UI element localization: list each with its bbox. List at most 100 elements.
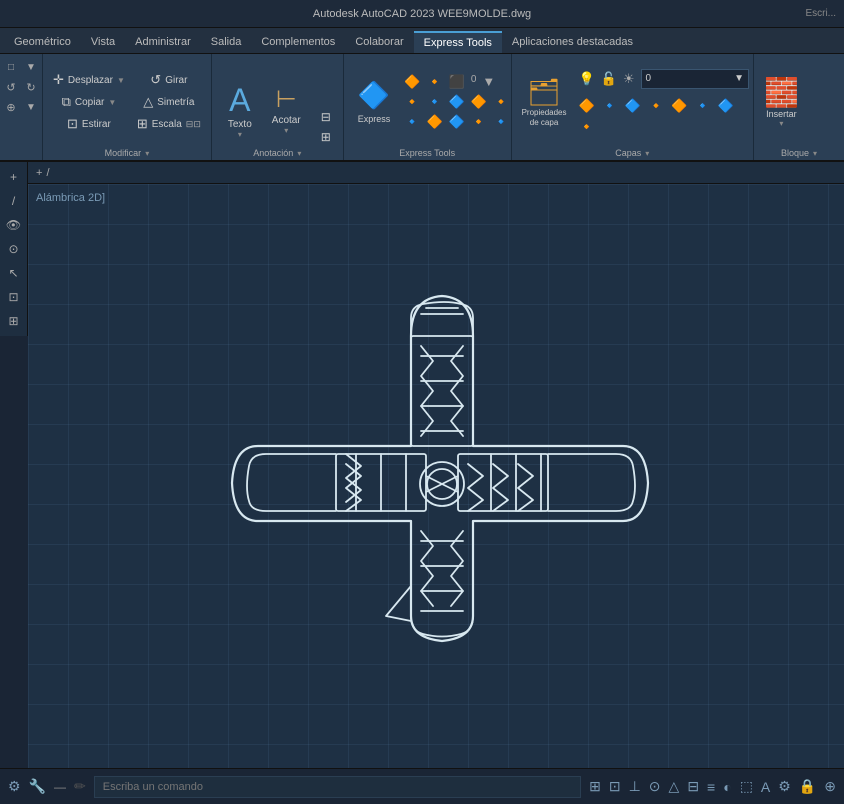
capa-icon3[interactable]: 🔷 [623,97,643,115]
express-icon11[interactable]: 🔶 [424,113,444,131]
quick-access-redo[interactable]: ↻ [22,78,40,96]
capa-icon4[interactable]: 🔸 [646,97,666,115]
status-icon-ortho[interactable]: ⊥ [629,778,641,795]
tab-salida[interactable]: Salida [201,31,252,53]
btn-escala[interactable]: ⊞ Escala ⊟⊡ [133,114,205,134]
breadcrumb-sep: / [46,167,49,179]
tab-complementos[interactable]: Complementos [251,31,345,53]
tab-vista[interactable]: Vista [81,31,125,53]
breadcrumb-bar: + / [28,162,844,184]
btn-texto[interactable]: A Texto ▾ [220,76,260,146]
modificar-expand[interactable]: ▾ [145,149,149,158]
status-icon-osnap[interactable]: △ [669,778,680,795]
tab-express-tools[interactable]: Express Tools [414,31,502,53]
capa-icon5[interactable]: 🔶 [669,97,689,115]
capa-icon6[interactable]: 🔹 [692,97,712,115]
breadcrumb-plus[interactable]: + [36,167,42,179]
tool-cursor[interactable]: ↖ [2,262,26,284]
express-icon3[interactable]: ⬛ [447,73,467,91]
layer-icon3[interactable]: ☀ [621,70,637,88]
quick-access-new[interactable]: □ [2,58,20,76]
express-icon5[interactable]: 🔸 [402,93,422,111]
tab-aplicaciones[interactable]: Aplicaciones destacadas [502,31,643,53]
express-icon10[interactable]: 🔹 [402,113,422,131]
copiar-icon: ⧉ [62,94,71,110]
capas-top: 💡 🔓 ☀ 0 ▼ [577,69,750,89]
status-icon-workspace[interactable]: ⚙ [778,778,791,795]
main-canvas: Alámbrica 2D] [28,184,844,768]
btn-girar[interactable]: ↺ Girar [146,70,191,90]
capas-expand[interactable]: ▾ [645,149,649,158]
express-content: 🔷 Express 🔶 🔸 ⬛ 0 ▼ 🔸 🔹 🔷 🔶 🔸 [350,58,505,146]
quick-access-undo[interactable]: ↺ [2,78,20,96]
tab-colaborar[interactable]: Colaborar [345,31,413,53]
tool-extra1[interactable]: ⊞ [2,310,26,332]
btn-simetria[interactable]: △ Simetría [139,92,198,112]
express-icon1[interactable]: 🔶 [402,73,422,91]
express-icon14[interactable]: 🔹 [491,113,511,131]
capa-icon2[interactable]: 🔹 [600,97,620,115]
tab-administrar[interactable]: Administrar [125,31,201,53]
tool-slash[interactable]: / [2,190,26,212]
tool-dot[interactable]: ⊙ [2,238,26,260]
group-capas: 🗂 Propiedadesde capa 💡 🔓 ☀ 0 ▼ [512,54,754,160]
anotacion-extra1-icon: ⊟ [321,110,331,124]
bloque-expand[interactable]: ▾ [813,149,817,158]
left-toolbar: + / 👁 ⊙ ↖ ⊡ ⊞ [0,162,28,336]
layer-icon1[interactable]: 💡 [577,70,597,88]
modificar-content: ✛ Desplazar ▼ ⧉ Copiar ▼ ⊡ Estirar ↺ Gir… [49,58,205,146]
express-icon4[interactable]: 0 [469,73,479,91]
express-icon9[interactable]: 🔸 [491,93,511,111]
status-icon-3d[interactable]: ⊟ [687,778,699,795]
btn-insertar[interactable]: 🧱 Insertar ▾ [758,72,805,132]
quick-access-extra1[interactable]: ⊕ [2,98,20,116]
express-icon6[interactable]: 🔹 [424,93,444,111]
status-icon-snap[interactable]: ⊡ [609,778,621,795]
status-icon-lineweight[interactable]: ≡ [707,779,715,795]
capa-icon7[interactable]: 🔷 [716,97,736,115]
quick-access-open[interactable]: ▼ [22,58,40,76]
capa-icon8[interactable]: 🔸 [577,118,597,136]
btn-anotacion-extra2[interactable]: ⊞ [317,128,335,146]
capa-icon1[interactable]: 🔶 [577,97,597,115]
tool-rect[interactable]: ⊡ [2,286,26,308]
express-icon8[interactable]: 🔶 [469,93,489,111]
tool-plus[interactable]: + [2,166,26,188]
tab-geometrico[interactable]: Geométrico [4,31,81,53]
express-icon7[interactable]: 🔷 [447,93,467,111]
btn-estirar[interactable]: ⊡ Estirar [63,114,115,134]
status-icon-transparency[interactable]: ◐ [723,779,731,795]
girar-icon: ↺ [150,72,161,88]
express-icon12[interactable]: 🔷 [447,113,467,131]
status-icon-annotate[interactable]: A [761,779,770,795]
cad-drawing [28,184,844,768]
btn-acotar[interactable]: ⊢ Acotar ▾ [264,76,309,146]
tool-eye[interactable]: 👁 [2,214,26,236]
group-anotacion: A Texto ▾ ⊢ Acotar ▾ ⊟ ⊞ Anotación ▾ [212,54,344,160]
command-input[interactable] [94,776,581,798]
layer-icon2[interactable]: 🔓 [599,70,619,88]
btn-desplazar[interactable]: ✛ Desplazar ▼ [49,70,129,90]
status-icon-selection[interactable]: ⬚ [740,778,753,795]
status-icon-isolate[interactable]: ⊕ [824,778,836,795]
status-icon-wrench: 🔧 [29,778,46,795]
insertar-icon: 🧱 [764,76,799,109]
escala-icon: ⊞ [137,116,148,132]
acotar-icon: ⊢ [276,88,297,112]
btn-propiedades-capa[interactable]: 🗂 Propiedadesde capa [516,73,573,131]
bloque-content: 🧱 Insertar ▾ [758,58,840,146]
layer-dropdown[interactable]: 0 ▼ [641,69,749,89]
anotacion-expand[interactable]: ▾ [297,149,301,158]
btn-express-main[interactable]: 🔷 Express [350,67,399,137]
quick-access-extra2[interactable]: ▼ [22,98,40,116]
express-icon13[interactable]: 🔸 [469,113,489,131]
anotacion-content: A Texto ▾ ⊢ Acotar ▾ ⊟ ⊞ [220,58,335,146]
express-icon2[interactable]: 🔸 [424,73,444,91]
btn-anotacion-extra1[interactable]: ⊟ [317,108,335,126]
status-icon-lock[interactable]: 🔒 [799,778,816,795]
express-dropdown[interactable]: ▼ [480,73,497,91]
status-icon-polar[interactable]: ⊙ [649,778,661,795]
btn-copiar[interactable]: ⧉ Copiar ▼ [58,92,121,112]
group-modificar-label: Modificar ▾ [49,146,205,158]
status-icon-grid[interactable]: ⊞ [589,778,601,795]
